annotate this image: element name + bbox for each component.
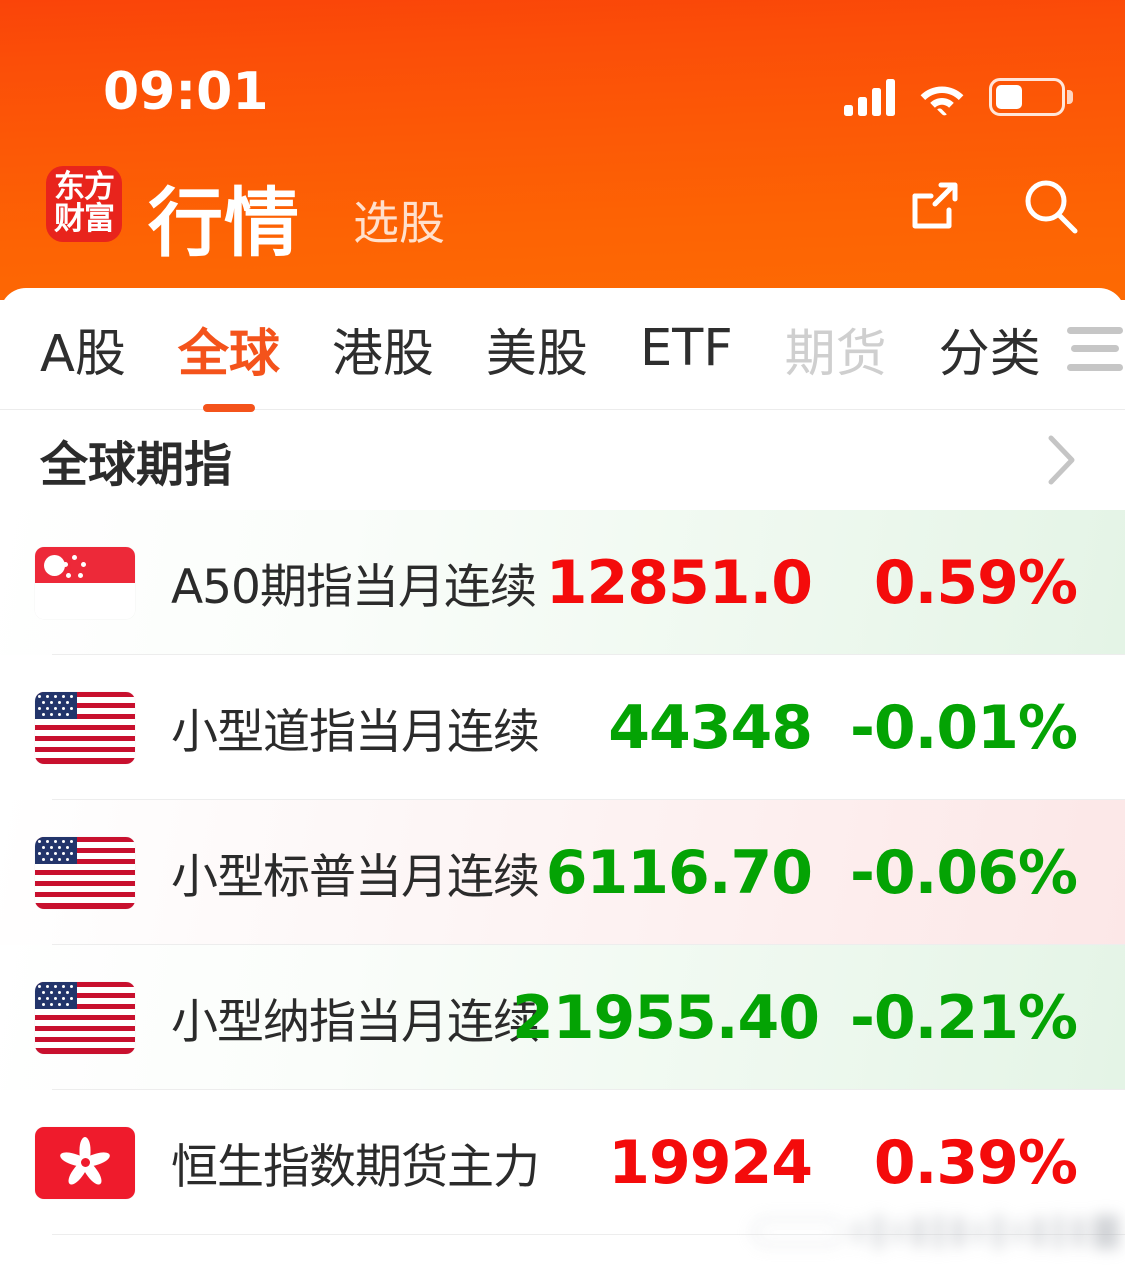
tab-a-shares[interactable]: A股 — [40, 312, 126, 386]
hong-kong-flag — [35, 1126, 135, 1199]
instrument-price: 6116.70 — [545, 837, 813, 908]
tab-us-stocks[interactable]: 美股 — [486, 312, 588, 386]
united-states-flag — [35, 691, 135, 764]
table-row[interactable]: 小型纳指当月连续 21955.40 -0.21% — [0, 945, 1125, 1090]
instrument-change-percent: -0.21% — [849, 982, 1078, 1053]
quote-list: A50期指当月连续 12851.0 0.59% 小型道指当月连续 44348 -… — [0, 510, 1125, 1235]
instrument-change-percent: 0.39% — [873, 1127, 1078, 1198]
market-tab-bar: A股 全球 港股 美股 ETF 期货 分类 — [0, 288, 1125, 410]
instrument-price: 21955.40 — [511, 982, 820, 1053]
united-states-flag — [35, 836, 135, 909]
table-row[interactable]: 小型道指当月连续 44348 -0.01% — [0, 655, 1125, 800]
hamburger-menu-icon[interactable] — [1066, 326, 1123, 371]
instrument-price: 44348 — [608, 692, 813, 763]
blurred-watermark — [705, 1206, 1125, 1258]
table-row[interactable]: 小型标普当月连续 6116.70 -0.06% — [0, 800, 1125, 945]
content-sheet: A股 全球 港股 美股 ETF 期货 分类 全球期指 A50期指当月连续 128… — [0, 288, 1125, 1266]
page-title: 行情 — [148, 179, 301, 267]
status-bar: 09:01 — [0, 0, 1125, 150]
app-logo-line-1: 东方 — [54, 169, 115, 206]
app-logo-line-2: 财富 — [54, 201, 115, 237]
stock-picker-link[interactable]: 选股 — [353, 187, 445, 253]
tab-categories[interactable]: 分类 — [939, 312, 1041, 386]
instrument-name: 小型纳指当月连续 — [171, 995, 540, 1050]
instrument-change-percent: -0.01% — [849, 692, 1078, 763]
instrument-price: 12851.0 — [545, 547, 813, 618]
battery-icon — [989, 78, 1073, 116]
navigation-bar-actions — [901, 174, 1083, 240]
instrument-change-percent: 0.59% — [873, 547, 1078, 618]
status-bar-icons — [844, 66, 1073, 116]
search-icon[interactable] — [1017, 174, 1083, 240]
singapore-flag — [35, 546, 135, 619]
share-external-link-icon[interactable] — [901, 174, 967, 240]
table-row[interactable]: A50期指当月连续 12851.0 0.59% — [0, 510, 1125, 655]
instrument-name: 小型道指当月连续 — [171, 705, 540, 760]
instrument-name: 小型标普当月连续 — [171, 850, 540, 905]
instrument-price: 19924 — [608, 1127, 813, 1198]
tab-hk-stocks[interactable]: 港股 — [332, 312, 434, 386]
app-root: 09:01 东方 财富 行情 选股 A股 全球 港股 美股 ETF 期货 分类 … — [0, 0, 1125, 1266]
section-global-futures-index[interactable]: 全球期指 — [0, 410, 1125, 510]
chevron-right-icon — [1047, 434, 1077, 486]
status-bar-clock: 09:01 — [103, 62, 269, 122]
instrument-name: 恒生指数期货主力 — [171, 1140, 540, 1195]
instrument-change-percent: -0.06% — [849, 837, 1078, 908]
tab-etf[interactable]: ETF — [640, 319, 733, 378]
app-header: 09:01 东方 财富 行情 选股 — [0, 0, 1125, 300]
tab-global[interactable]: 全球 — [178, 312, 280, 386]
app-logo: 东方 财富 — [46, 166, 122, 242]
instrument-name: A50期指当月连续 — [171, 560, 537, 615]
cellular-signal-icon — [844, 78, 895, 116]
united-states-flag — [35, 981, 135, 1054]
wifi-icon — [917, 78, 967, 116]
tab-futures[interactable]: 期货 — [785, 312, 887, 386]
section-title: 全球期指 — [40, 437, 233, 493]
navigation-bar: 东方 财富 行情 选股 — [0, 160, 1125, 270]
